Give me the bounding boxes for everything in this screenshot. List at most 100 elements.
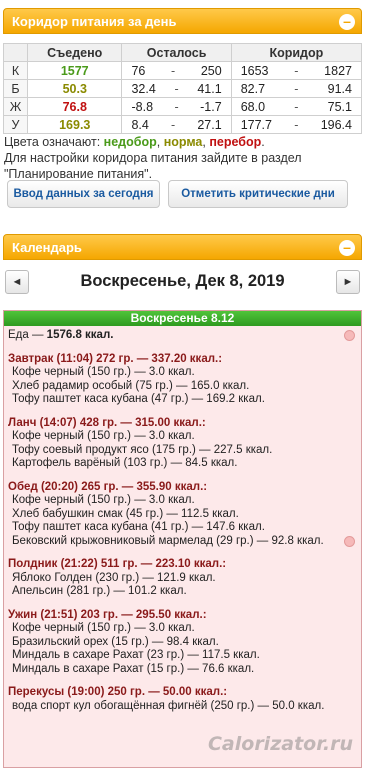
prev-day-button[interactable]: ◄	[5, 270, 29, 294]
left-range: 32.4 - 41.1	[121, 79, 232, 98]
nutrition-panel-header[interactable]: Коридор питания за день –	[3, 8, 362, 34]
range-dash: -	[294, 63, 299, 78]
left-range: 76 - 250	[121, 61, 232, 80]
food-item-text: Бразильский орех (15 гр.) — 98.4 ккал.	[12, 635, 219, 648]
eaten-value: 1577	[26, 61, 123, 80]
collapse-icon[interactable]: –	[339, 14, 355, 30]
food-item-text: Бековский крыжовниковый мармелад (29 гр.…	[12, 534, 324, 547]
food-item-text: Хлеб радамир особый (75 гр.) — 165.0 кка…	[12, 379, 250, 392]
corridor-from: 177.7	[240, 117, 272, 132]
range-dash: -	[171, 63, 176, 78]
nutrition-panel-title: Коридор питания за день	[12, 14, 177, 29]
food-item[interactable]: Тофу паштет каса кубана (41 гр.) — 147.6…	[4, 521, 361, 535]
food-item[interactable]: Кофе черный (150 гр.) — 3.0 ккал.	[4, 366, 361, 380]
food-item[interactable]: Кофе черный (150 гр.) — 3.0 ккал.	[4, 430, 361, 444]
left-to: 27.1	[197, 117, 222, 132]
corridor-to: 196.4	[320, 117, 352, 132]
table-header-corridor: Коридор	[230, 43, 363, 62]
meal-title[interactable]: Полдник (21:22) 511 гр. — 223.10 ккал.:	[4, 558, 361, 572]
next-day-button[interactable]: ►	[336, 270, 360, 294]
legend-under: недобор	[103, 135, 157, 149]
range-dash: -	[174, 81, 179, 96]
left-to: 41.1	[197, 81, 222, 96]
food-item-text: Тофу соевый продукт ясо (175 гр.) — 227.…	[12, 443, 273, 456]
peach-icon[interactable]	[344, 330, 355, 341]
legend-over: перебор	[209, 135, 262, 149]
meal-title[interactable]: Завтрак (11:04) 272 гр. — 337.20 ккал.:	[4, 353, 361, 367]
right-arrow-icon: ►	[342, 276, 354, 288]
date-navigation: ◄ Воскресенье, Дек 8, 2019 ►	[3, 270, 362, 298]
left-range: -8.8 - -1.7	[121, 97, 232, 116]
day-header: Воскресенье 8.12	[4, 311, 361, 326]
row-label: Б	[3, 79, 28, 98]
food-item[interactable]: Кофе черный (150 гр.) — 3.0 ккал.	[4, 494, 361, 508]
food-item[interactable]: Хлеб радамир особый (75 гр.) — 165.0 кка…	[4, 380, 361, 394]
table-header-eaten: Съедено	[26, 43, 123, 62]
food-item[interactable]: Картофель варёный (103 гр.) — 84.5 ккал.	[4, 457, 361, 471]
left-to: -1.7	[200, 99, 222, 114]
corridor-to: 1827	[324, 63, 352, 78]
row-label: У	[3, 115, 28, 134]
meal-title[interactable]: Ланч (14:07) 428 гр. — 315.00 ккал.:	[4, 417, 361, 431]
calendar-panel-header[interactable]: Календарь –	[3, 234, 362, 260]
nutrition-corridor-table: Съедено Осталось Коридор К 1577 76 - 250 1653…	[3, 43, 363, 134]
food-item-text: Кофе черный (150 гр.) — 3.0 ккал.	[12, 366, 195, 378]
food-item[interactable]: Яблоко Голден (230 гр.) — 121.9 ккал.	[4, 572, 361, 586]
food-item-text: Миндаль в сахаре Рахат (23 гр.) — 117.5 …	[12, 649, 260, 661]
food-item[interactable]: Бразильский орех (15 гр.) — 98.4 ккал.	[4, 636, 361, 650]
color-legend: Цвета означают: недобор, норма, перебор.…	[4, 134, 364, 182]
food-item[interactable]: Апельсин (281 гр.) — 101.2 ккал.	[4, 585, 361, 599]
left-arrow-icon: ◄	[11, 276, 23, 288]
food-item[interactable]: Хлеб бабушкин смак (45 гр.) — 112.5 ккал…	[4, 508, 361, 522]
table-row: Б 50.3 32.4 - 41.1 82.7 - 91.4	[3, 79, 363, 98]
range-dash: -	[174, 99, 179, 114]
peach-icon[interactable]	[344, 535, 355, 547]
range-dash: -	[294, 81, 299, 96]
food-item[interactable]: Тофу соевый продукт ясо (175 гр.) — 227.…	[4, 444, 361, 458]
corridor-from: 82.7	[240, 81, 266, 96]
row-label: К	[3, 61, 28, 80]
food-total-value: 1576.8 ккал.	[46, 329, 114, 341]
left-from: -8.8	[131, 99, 154, 114]
meal-title[interactable]: Обед (20:20) 265 гр. — 355.90 ккал.:	[4, 481, 361, 495]
range-dash: -	[171, 117, 176, 132]
food-total: Еда — 1576.8 ккал.	[4, 329, 361, 343]
meal-title[interactable]: Перекусы (19:00) 250 гр. — 50.00 ккал.:	[4, 686, 361, 700]
enter-today-button[interactable]: Ввод данных за сегодня	[7, 180, 160, 208]
corridor-from: 68.0	[240, 99, 266, 114]
food-item-text: Яблоко Голден (230 гр.) — 121.9 ккал.	[12, 571, 216, 584]
food-item[interactable]: Миндаль в сахаре Рахат (23 гр.) — 117.5 …	[4, 649, 361, 663]
table-row: К 1577 76 - 250 1653 - 1827	[3, 61, 363, 80]
corridor-range: 177.7 - 196.4	[230, 115, 363, 134]
mark-critical-days-button[interactable]: Отметить критические дни	[168, 180, 348, 208]
food-item-text: Картофель варёный (103 гр.) — 84.5 ккал.	[12, 457, 238, 469]
left-range: 8.4 - 27.1	[121, 115, 232, 134]
corridor-to: 75.1	[327, 99, 352, 114]
date-title: Воскресенье, Дек 8, 2019	[80, 272, 285, 290]
food-item-text: Хлеб бабушкин смак (45 гр.) — 112.5 ккал…	[12, 507, 239, 520]
food-item-text: вода спорт кул обогащённая фигнёй (250 г…	[12, 699, 325, 712]
legend-prefix: Цвета означают:	[4, 135, 104, 149]
collapse-icon[interactable]: –	[339, 240, 355, 256]
food-total-prefix: Еда —	[8, 329, 47, 341]
day-entries: Воскресенье 8.12 Еда — 1576.8 ккал. Завт…	[3, 310, 362, 768]
food-item[interactable]: Миндаль в сахаре Рахат (15 гр.) — 76.6 к…	[4, 663, 361, 677]
corridor-to: 91.4	[327, 81, 352, 96]
corridor-range: 82.7 - 91.4	[230, 79, 363, 98]
table-header-left: Осталось	[121, 43, 232, 62]
food-item[interactable]: вода спорт кул обогащённая фигнёй (250 г…	[4, 700, 361, 714]
food-item-text: Кофе черный (150 гр.) — 3.0 ккал.	[12, 494, 195, 506]
food-item-text: Апельсин (281 гр.) — 101.2 ккал.	[12, 585, 187, 597]
food-item[interactable]: Бековский крыжовниковый мармелад (29 гр.…	[4, 535, 361, 549]
food-item-text: Миндаль в сахаре Рахат (15 гр.) — 76.6 к…	[12, 662, 255, 675]
corridor-range: 1653 - 1827	[230, 61, 363, 80]
food-item[interactable]: Тофу паштет каса кубана (47 гр.) — 169.2…	[4, 393, 361, 407]
range-dash: -	[294, 99, 299, 114]
meal-title[interactable]: Ужин (21:51) 203 гр. — 295.50 ккал.:	[4, 609, 361, 623]
table-row: Ж 76.8 -8.8 - -1.7 68.0 - 75.1	[3, 97, 363, 116]
left-from: 32.4	[131, 81, 156, 96]
corridor-from: 1653	[240, 63, 269, 78]
calendar-panel-title: Календарь	[12, 240, 82, 255]
food-item[interactable]: Кофе черный (150 гр.) — 3.0 ккал.	[4, 622, 361, 636]
eaten-value: 169.3	[26, 115, 123, 134]
